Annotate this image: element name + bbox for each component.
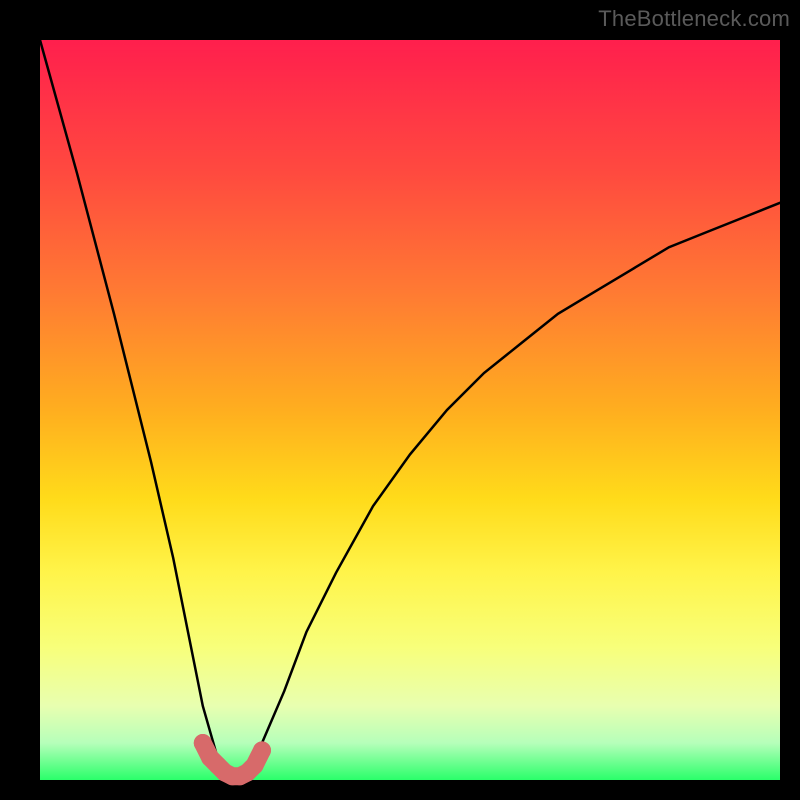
chart-svg bbox=[40, 40, 780, 780]
highlight-dot bbox=[253, 741, 271, 759]
chart-frame: TheBottleneck.com bbox=[0, 0, 800, 800]
bottleneck-curve bbox=[40, 40, 780, 780]
watermark-text: TheBottleneck.com bbox=[598, 6, 790, 32]
highlight-dots bbox=[194, 734, 271, 785]
